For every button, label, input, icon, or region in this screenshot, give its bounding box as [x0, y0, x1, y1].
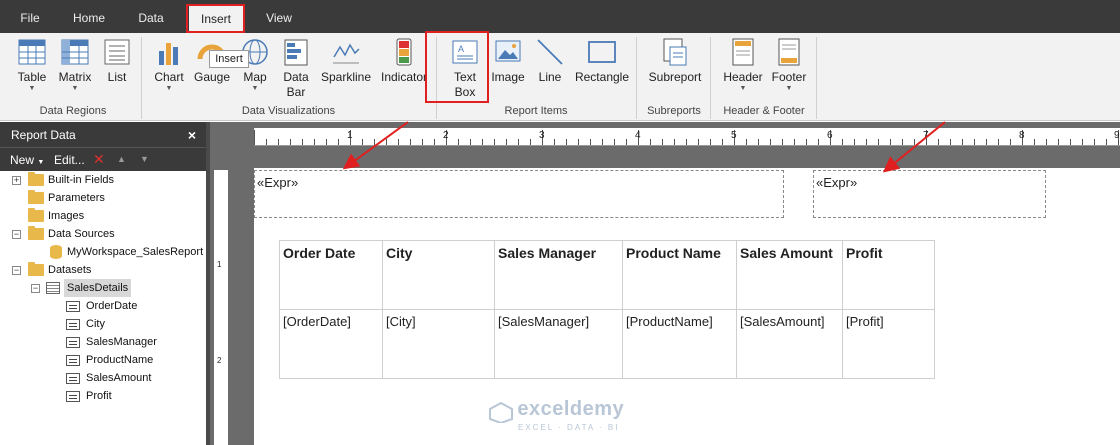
watermark-tagline: EXCEL · DATA · BI [518, 422, 620, 432]
exceldemy-logo-icon [489, 401, 513, 424]
arrow-to-left-textbox [342, 121, 409, 170]
arrow-to-right-textbox [882, 121, 946, 173]
annotation-arrows [342, 121, 946, 173]
watermark: exceldemy EXCEL · DATA · BI [488, 398, 624, 432]
watermark-name: exceldemy [517, 398, 625, 420]
